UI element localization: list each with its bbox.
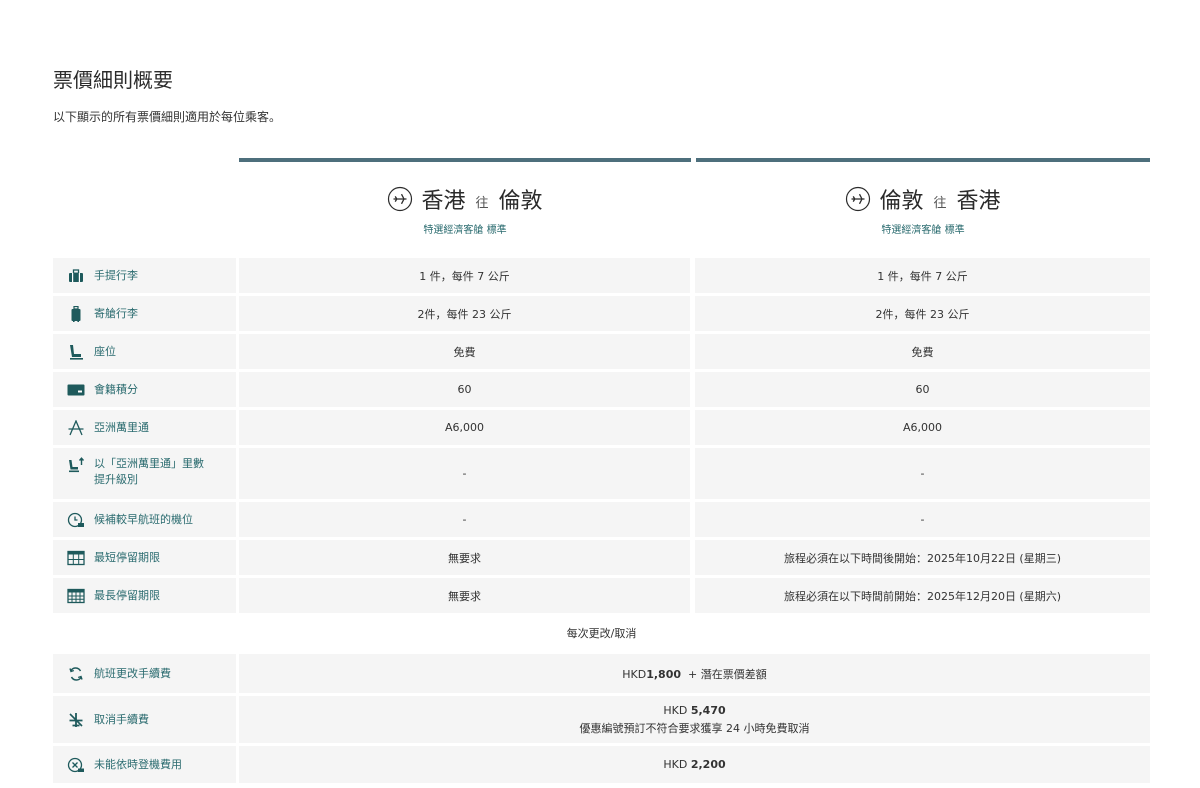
currency: HKD — [622, 667, 647, 681]
row-label: 亞洲萬里通 — [94, 420, 149, 434]
row-label-cell: 手提行李 — [53, 258, 236, 293]
status-points-icon — [67, 382, 85, 398]
row-label: 最長停留期限 — [94, 588, 160, 602]
page-title: 票價細則概要 — [53, 68, 173, 92]
calendar-max-icon — [67, 588, 85, 604]
row-label: 座位 — [94, 344, 116, 358]
row-label: 候補較早航班的機位 — [94, 512, 193, 526]
fare-row-miles-upgrade: 以「亞洲萬里通」里數提升級別 - - — [53, 448, 1150, 499]
outbound-accent-bar — [239, 158, 691, 162]
checked-bag-icon — [67, 305, 85, 322]
row-label-cell: 取消手續費 — [53, 696, 236, 743]
outbound-value: A6,000 — [239, 410, 690, 445]
return-value: 旅程必須在以下時間後開始：2025年10月22日 (星期三) — [695, 540, 1150, 575]
fee-amount: 2,200 — [690, 758, 726, 771]
fee-note: + 潛在票價差額 — [688, 667, 767, 681]
fee-amount: 5,470 — [690, 703, 726, 717]
return-value: 旅程必須在以下時間前開始：2025年12月20日 (星期六) — [695, 578, 1150, 613]
row-label-cell: 最長停留期限 — [53, 578, 236, 613]
fee-row-no-show: 未能依時登機費用 HKD 2,200 — [53, 746, 1150, 783]
fare-row-seat: 座位 免費 免費 — [53, 334, 1150, 369]
row-label-cell: 以「亞洲萬里通」里數提升級別 — [53, 448, 236, 499]
row-label: 未能依時登機費用 — [94, 757, 182, 771]
return-value: - — [695, 448, 1150, 499]
row-label-cell: 寄艙行李 — [53, 296, 236, 331]
page-subtitle: 以下顯示的所有票價細則適用於每位乘客。 — [53, 110, 282, 124]
calendar-min-icon — [67, 550, 85, 566]
carry-on-bag-icon — [67, 268, 85, 284]
fare-row-max-stay: 最長停留期限 無要求 旅程必須在以下時間前開始：2025年12月20日 (星期六… — [53, 578, 1150, 613]
fare-row-asia-miles: 亞洲萬里通 A6,000 A6,000 — [53, 410, 1150, 445]
route-destination: 倫敦 — [498, 189, 543, 214]
outbound-route-header: 香港 往 倫敦 特選經濟客艙 標準 — [239, 183, 691, 236]
return-route-header: 倫敦 往 香港 特選經濟客艙 標準 — [696, 183, 1150, 236]
row-label: 航班更改手續費 — [94, 666, 171, 680]
row-label: 最短停留期限 — [94, 550, 160, 564]
outbound-value: 免費 — [239, 334, 690, 369]
plane-icon — [388, 186, 413, 212]
outbound-value: 60 — [239, 372, 690, 407]
fee-amount: 1,800 — [646, 667, 682, 681]
row-label-cell: 最短停留期限 — [53, 540, 236, 575]
fare-class: 特選經濟客艙 標準 — [423, 225, 507, 236]
route-origin: 香港 — [421, 189, 466, 214]
fee-row-change: 航班更改手續費 HKD1,800 + 潛在票價差額 — [53, 654, 1150, 693]
fee-line: HKD 2,200 — [663, 758, 725, 771]
row-label-cell: 航班更改手續費 — [53, 654, 236, 693]
standby-icon — [67, 512, 85, 528]
upgrade-seat-icon — [67, 457, 85, 473]
fee-value: HKD 2,200 — [239, 746, 1150, 783]
return-accent-bar — [696, 158, 1150, 162]
fare-class: 特選經濟客艙 標準 — [881, 225, 965, 236]
row-label: 取消手續費 — [94, 712, 149, 726]
fare-row-min-stay: 最短停留期限 無要求 旅程必須在以下時間後開始：2025年10月22日 (星期三… — [53, 540, 1150, 575]
return-value: 2件，每件 23 公斤 — [695, 296, 1150, 331]
asia-miles-icon — [67, 419, 85, 436]
row-label: 會籍積分 — [94, 382, 138, 396]
fee-value: HKD1,800 + 潛在票價差額 — [239, 654, 1150, 693]
route-connector: 往 — [933, 195, 947, 211]
fee-value: HKD 5,470 優惠編號預訂不符合要求獲享 24 小時免費取消 — [239, 696, 1150, 743]
row-label: 寄艙行李 — [94, 306, 138, 320]
outbound-value: 無要求 — [239, 578, 690, 613]
currency: HKD — [663, 703, 688, 717]
fee-line: HKD 5,470 — [663, 704, 725, 717]
fare-row-checked-bag: 寄艙行李 2件，每件 23 公斤 2件，每件 23 公斤 — [53, 296, 1150, 331]
row-label-cell: 亞洲萬里通 — [53, 410, 236, 445]
fare-row-standby: 候補較早航班的機位 - - — [53, 502, 1150, 537]
return-value: A6,000 — [695, 410, 1150, 445]
seat-icon — [67, 344, 85, 360]
row-label: 以「亞洲萬里通」里數提升級別 — [94, 457, 204, 486]
fee-line: HKD1,800 + 潛在票價差額 — [622, 666, 766, 682]
row-label-cell: 會籍積分 — [53, 372, 236, 407]
route-connector: 往 — [475, 195, 489, 211]
route-origin: 倫敦 — [879, 189, 924, 214]
fare-row-status-points: 會籍積分 60 60 — [53, 372, 1150, 407]
cancel-flight-icon — [67, 712, 85, 728]
fee-row-cancel: 取消手續費 HKD 5,470 優惠編號預訂不符合要求獲享 24 小時免費取消 — [53, 696, 1150, 743]
row-label-cell: 座位 — [53, 334, 236, 369]
outbound-value: - — [239, 502, 690, 537]
outbound-value: 1 件，每件 7 公斤 — [239, 258, 690, 293]
plane-icon — [846, 186, 871, 212]
fee-note: 優惠編號預訂不符合要求獲享 24 小時免費取消 — [579, 721, 810, 735]
outbound-value: 2件，每件 23 公斤 — [239, 296, 690, 331]
return-value: 免費 — [695, 334, 1150, 369]
change-cancel-heading: 每次更改/取消 — [566, 627, 637, 640]
route-destination: 香港 — [956, 189, 1001, 214]
return-value: - — [695, 502, 1150, 537]
row-label-cell: 未能依時登機費用 — [53, 746, 236, 783]
currency: HKD — [663, 758, 688, 771]
fare-row-carry-on: 手提行李 1 件，每件 7 公斤 1 件，每件 7 公斤 — [53, 258, 1150, 293]
change-flight-icon — [67, 666, 85, 682]
outbound-value: 無要求 — [239, 540, 690, 575]
outbound-value: - — [239, 448, 690, 499]
return-value: 60 — [695, 372, 1150, 407]
return-value: 1 件，每件 7 公斤 — [695, 258, 1150, 293]
row-label: 手提行李 — [94, 268, 138, 282]
no-show-icon — [67, 757, 85, 773]
row-label-cell: 候補較早航班的機位 — [53, 502, 236, 537]
